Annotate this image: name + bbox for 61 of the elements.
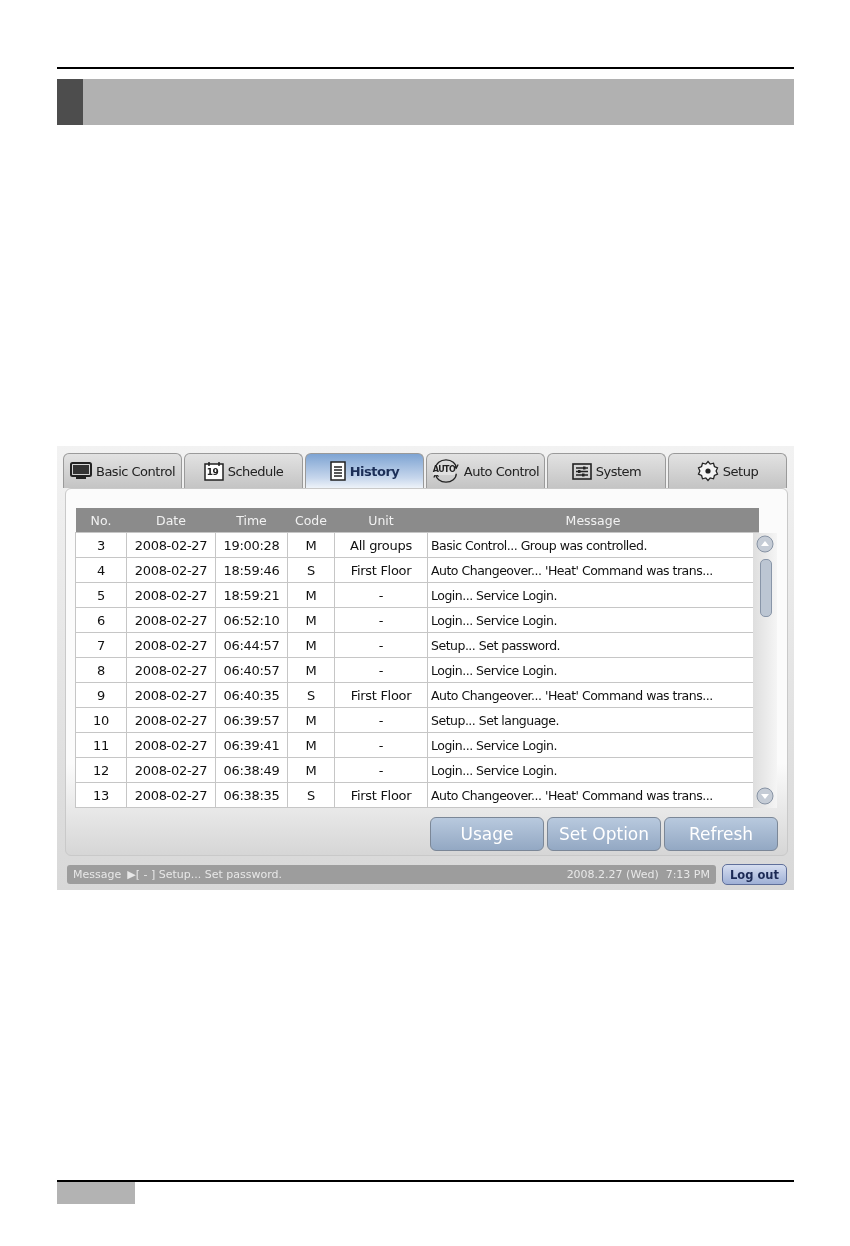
- tab[interactable]: System: [547, 453, 666, 488]
- logout-button[interactable]: Log out: [722, 864, 787, 885]
- table-cell: 2008-02-27: [126, 582, 216, 608]
- table-cell: 2008-02-27: [126, 557, 216, 583]
- table-cell: 2008-02-27: [126, 657, 216, 683]
- gear-icon: [696, 460, 719, 482]
- table-cell: -: [334, 632, 428, 658]
- status-message: ▶[ - ] Setup... Set password.: [127, 868, 282, 881]
- table-cell: 2008-02-27: [126, 682, 216, 708]
- monitor-icon: [69, 462, 92, 480]
- table-cell: -: [334, 707, 428, 733]
- tab[interactable]: AUTO Auto Control: [426, 453, 545, 488]
- status-label: Message: [73, 868, 122, 881]
- document-icon: [329, 461, 346, 481]
- table-cell: 2008-02-27: [126, 632, 216, 658]
- table-cell: 2008-02-27: [126, 607, 216, 633]
- table-cell: 12: [75, 757, 127, 783]
- column-header: Code: [287, 508, 335, 533]
- table-cell: First Floor: [334, 557, 428, 583]
- date-time: 2008.2.27 (Wed) 7:13 PM: [566, 868, 710, 881]
- table-cell: 11: [75, 732, 127, 758]
- column-header: Message: [427, 508, 759, 533]
- table-cell: -: [334, 582, 428, 608]
- table-cell: 4: [75, 557, 127, 583]
- scroll-thumb[interactable]: [760, 559, 772, 617]
- table-cell: -: [334, 757, 428, 783]
- table-cell: 3: [75, 532, 127, 558]
- table-cell: -: [334, 607, 428, 633]
- table-cell: 5: [75, 582, 127, 608]
- table-cell: 8: [75, 657, 127, 683]
- scroll-up-icon[interactable]: [756, 535, 774, 553]
- column-header: No.: [75, 508, 127, 533]
- table-cell: 13: [75, 782, 127, 808]
- table-cell: First Floor: [334, 682, 428, 708]
- tab[interactable]: 19 Schedule: [184, 453, 303, 488]
- column-header: Time: [215, 508, 288, 533]
- table-cell: All groups: [334, 532, 428, 558]
- table-cell: 19:00:28: [215, 532, 288, 558]
- table-cell: Basic Control... Group was controlled.: [427, 532, 759, 558]
- sliders-icon: [571, 462, 592, 480]
- table-cell: 9: [75, 682, 127, 708]
- scroll-down-icon[interactable]: [756, 787, 774, 805]
- tab[interactable]: Setup: [668, 453, 787, 488]
- table-cell: First Floor: [334, 782, 428, 808]
- table-cell: 6: [75, 607, 127, 633]
- table-cell: M: [287, 532, 335, 558]
- table-cell: 2008-02-27: [126, 757, 216, 783]
- table-cell: 2008-02-27: [126, 707, 216, 733]
- table-cell: 2008-02-27: [126, 532, 216, 558]
- scrollbar[interactable]: [753, 533, 777, 808]
- table-cell: 10: [75, 707, 127, 733]
- table-cell: 2008-02-27: [126, 732, 216, 758]
- column-header: Date: [126, 508, 216, 533]
- column-header: Unit: [334, 508, 428, 533]
- table-cell: 7: [75, 632, 127, 658]
- table-cell: -: [334, 657, 428, 683]
- tab[interactable]: History: [305, 453, 424, 488]
- calendar-icon: 19: [203, 461, 224, 481]
- table-cell: -: [334, 732, 428, 758]
- table-cell: 2008-02-27: [126, 782, 216, 808]
- tab[interactable]: Basic Control: [63, 453, 182, 488]
